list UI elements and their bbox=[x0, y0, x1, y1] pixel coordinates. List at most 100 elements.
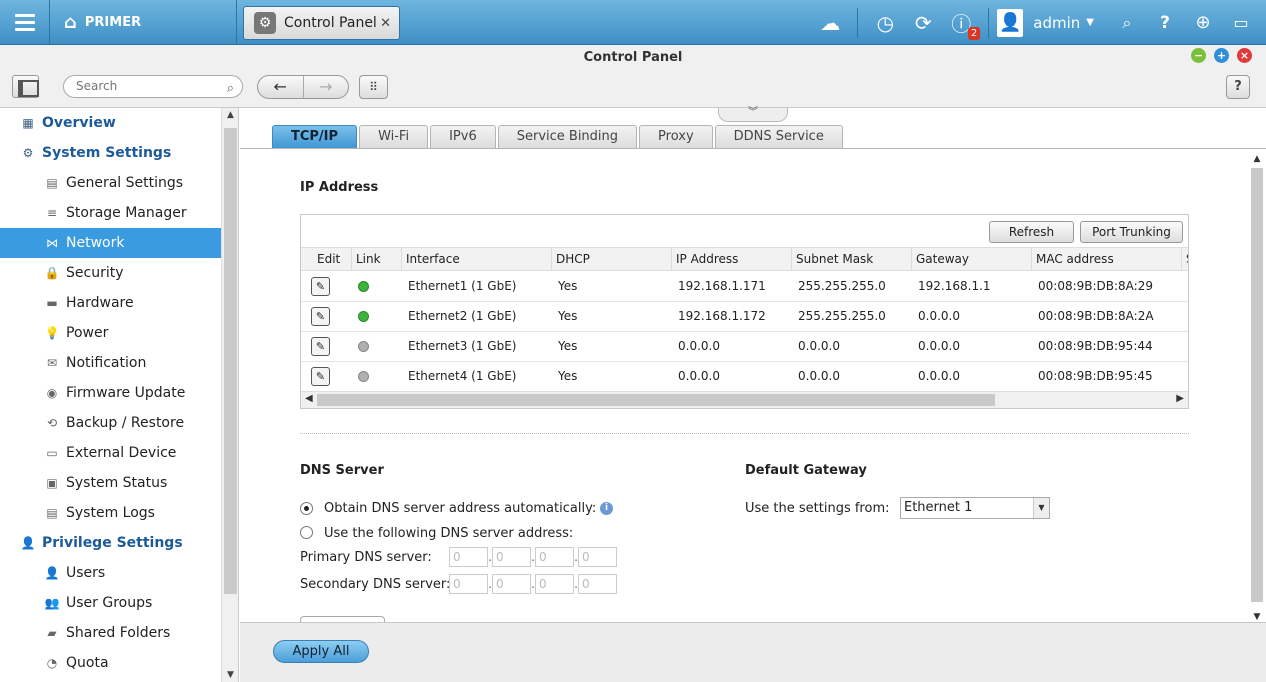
user-name[interactable]: admin bbox=[1033, 14, 1080, 32]
column-header[interactable]: DHCP bbox=[552, 248, 672, 271]
edit-icon[interactable]: ✎ bbox=[311, 307, 330, 326]
minimize-icon[interactable]: − bbox=[1191, 48, 1206, 63]
dns-manual-radio[interactable] bbox=[300, 526, 313, 539]
help-button[interactable]: ? bbox=[1226, 75, 1250, 99]
edit-icon[interactable]: ✎ bbox=[311, 337, 330, 356]
scroll-up-icon[interactable]: ▲ bbox=[222, 110, 239, 120]
column-header[interactable]: MAC address bbox=[1032, 248, 1182, 271]
apply-all-button[interactable]: Apply All bbox=[273, 640, 369, 663]
ip-octet-input[interactable]: 0 bbox=[492, 547, 531, 567]
column-header[interactable]: Interface bbox=[402, 248, 552, 271]
table-row: ✎ Ethernet3 (1 GbE) Yes 0.0.0.0 0.0.0.0 … bbox=[301, 332, 1188, 362]
sidebar-item-firmware-update[interactable]: ◉ Firmware Update bbox=[0, 378, 221, 408]
dns-auto-radio[interactable] bbox=[300, 502, 313, 515]
sidebar-item-shared-folders[interactable]: ▰ Shared Folders bbox=[0, 618, 221, 648]
scrollbar-thumb[interactable] bbox=[1251, 168, 1263, 602]
tab-wifi[interactable]: Wi-Fi bbox=[359, 125, 429, 148]
refresh-button[interactable]: Refresh bbox=[989, 221, 1074, 243]
main-menu-button[interactable] bbox=[0, 0, 50, 45]
sidebar-item-backup-restore[interactable]: ⟲ Backup / Restore bbox=[0, 408, 221, 438]
scroll-left-icon[interactable]: ◀ bbox=[305, 393, 313, 404]
table-row: ✎ Ethernet4 (1 GbE) Yes 0.0.0.0 0.0.0.0 … bbox=[301, 362, 1188, 392]
chevron-down-icon[interactable]: ▼ bbox=[1033, 498, 1049, 518]
content-scrollbar[interactable]: ▲ ▼ bbox=[1251, 152, 1263, 622]
gateway-interface-select[interactable]: Ethernet 1 ▼ bbox=[900, 497, 1050, 519]
sidebar-item-security[interactable]: 🔒 Security bbox=[0, 258, 221, 288]
edit-icon[interactable]: ✎ bbox=[311, 277, 330, 296]
forward-button[interactable]: → bbox=[304, 76, 349, 98]
column-header[interactable]: Link bbox=[352, 248, 402, 271]
scroll-down-icon[interactable]: ▼ bbox=[1251, 612, 1263, 622]
scrollbar-thumb[interactable] bbox=[317, 394, 995, 406]
sidebar-scrollbar[interactable]: ▲ ▼ bbox=[221, 108, 239, 682]
sidebar-item-power[interactable]: 💡 Power bbox=[0, 318, 221, 348]
sidebar-item-label: Privilege Settings bbox=[42, 535, 183, 551]
column-header[interactable]: S bbox=[1182, 248, 1188, 271]
sidebar-item-label: External Device bbox=[66, 445, 177, 461]
ip-octet-input[interactable]: 0 bbox=[449, 547, 488, 567]
search-icon[interactable]: ⌕ bbox=[227, 78, 234, 99]
dhcp-cell: Yes bbox=[558, 309, 578, 323]
chevron-down-icon[interactable]: ▼ bbox=[1086, 17, 1094, 28]
collapse-toggle[interactable]: ︾ bbox=[718, 108, 788, 122]
sidebar-item-overview[interactable]: ▦ Overview bbox=[0, 108, 221, 138]
sidebar-item-hardware[interactable]: ▬ Hardware bbox=[0, 288, 221, 318]
sidebar-item-system-status[interactable]: ▣ System Status bbox=[0, 468, 221, 498]
clock-icon[interactable]: ◷ bbox=[870, 8, 900, 38]
search-icon[interactable]: ⌕ bbox=[1112, 8, 1142, 38]
ip-octet-input[interactable]: 0 bbox=[535, 547, 574, 567]
sidebar-item-storage-manager[interactable]: ≡ Storage Manager bbox=[0, 198, 221, 228]
close-tab-icon[interactable]: ✕ bbox=[380, 16, 391, 31]
desktop-icon[interactable]: ▭ bbox=[1226, 8, 1256, 38]
search-box[interactable]: ⌕ bbox=[63, 75, 243, 98]
maximize-icon[interactable]: + bbox=[1214, 48, 1229, 63]
apps-grid-button[interactable]: ⠿ bbox=[359, 75, 388, 99]
scrollbar-thumb[interactable] bbox=[224, 128, 237, 594]
scroll-right-icon[interactable]: ▶ bbox=[1176, 393, 1184, 404]
ip-octet-input[interactable]: 0 bbox=[578, 574, 617, 594]
tab-tcpip[interactable]: TCP/IP bbox=[272, 125, 358, 148]
info-icon[interactable]: ⓘ 2 bbox=[946, 8, 981, 40]
ip-octet-input[interactable]: 0 bbox=[535, 574, 574, 594]
sidebar-item-system-settings[interactable]: ⚙ System Settings bbox=[0, 138, 221, 168]
secondary-dns-field[interactable]: 0. 0. 0. 0 bbox=[449, 574, 617, 594]
ip-octet-input[interactable]: 0 bbox=[578, 547, 617, 567]
info-icon[interactable]: i bbox=[600, 502, 613, 515]
sidebar-item-privilege-settings[interactable]: 👤 Privilege Settings bbox=[0, 528, 221, 558]
sidebar-item-general-settings[interactable]: ▤ General Settings bbox=[0, 168, 221, 198]
sync-icon[interactable]: ⟳ bbox=[908, 8, 938, 38]
sidebar-item-users[interactable]: 👤 Users bbox=[0, 558, 221, 588]
tab-ipv6[interactable]: IPv6 bbox=[430, 125, 496, 148]
toggle-sidebar-button[interactable] bbox=[12, 75, 39, 98]
column-header[interactable]: IP Address bbox=[672, 248, 792, 271]
column-header[interactable]: Edit bbox=[301, 248, 352, 271]
sidebar-item-network[interactable]: ⋈ Network bbox=[0, 228, 221, 258]
sidebar-item-system-logs[interactable]: ▤ System Logs bbox=[0, 498, 221, 528]
search-input[interactable] bbox=[76, 79, 216, 93]
primary-dns-field[interactable]: 0. 0. 0. 0 bbox=[449, 547, 617, 567]
sidebar-item-notification[interactable]: ✉ Notification bbox=[0, 348, 221, 378]
sidebar-item-user-groups[interactable]: 👥 User Groups bbox=[0, 588, 221, 618]
edit-icon[interactable]: ✎ bbox=[311, 367, 330, 386]
sidebar-item-external-device[interactable]: ▭ External Device bbox=[0, 438, 221, 468]
column-header[interactable]: Gateway bbox=[912, 248, 1032, 271]
home-button[interactable]: ⌂ PRIMER bbox=[52, 0, 237, 45]
column-header[interactable]: Subnet Mask bbox=[792, 248, 912, 271]
scroll-up-icon[interactable]: ▲ bbox=[1251, 154, 1263, 164]
tab-ddns-service[interactable]: DDNS Service bbox=[714, 125, 843, 148]
ip-octet-input[interactable]: 0 bbox=[492, 574, 531, 594]
tab-service-binding[interactable]: Service Binding bbox=[497, 125, 638, 148]
cloud-icon[interactable]: ☁ bbox=[815, 8, 845, 38]
tab-proxy[interactable]: Proxy bbox=[639, 125, 713, 148]
table-horizontal-scrollbar[interactable]: ◀ ▶ bbox=[301, 391, 1188, 408]
globe-icon[interactable]: ⊕ bbox=[1188, 8, 1218, 38]
scroll-down-icon[interactable]: ▼ bbox=[222, 670, 239, 680]
back-button[interactable]: ← bbox=[258, 76, 304, 98]
sidebar-item-quota[interactable]: ◔ Quota bbox=[0, 648, 221, 678]
close-icon[interactable]: × bbox=[1237, 48, 1252, 63]
avatar[interactable]: 👤 bbox=[997, 8, 1024, 37]
ip-octet-input[interactable]: 0 bbox=[449, 574, 488, 594]
port-trunking-button[interactable]: Port Trunking bbox=[1080, 221, 1183, 243]
help-icon[interactable]: ? bbox=[1150, 8, 1180, 38]
control-panel-tab[interactable]: ⚙ Control Panel ✕ bbox=[243, 6, 400, 40]
